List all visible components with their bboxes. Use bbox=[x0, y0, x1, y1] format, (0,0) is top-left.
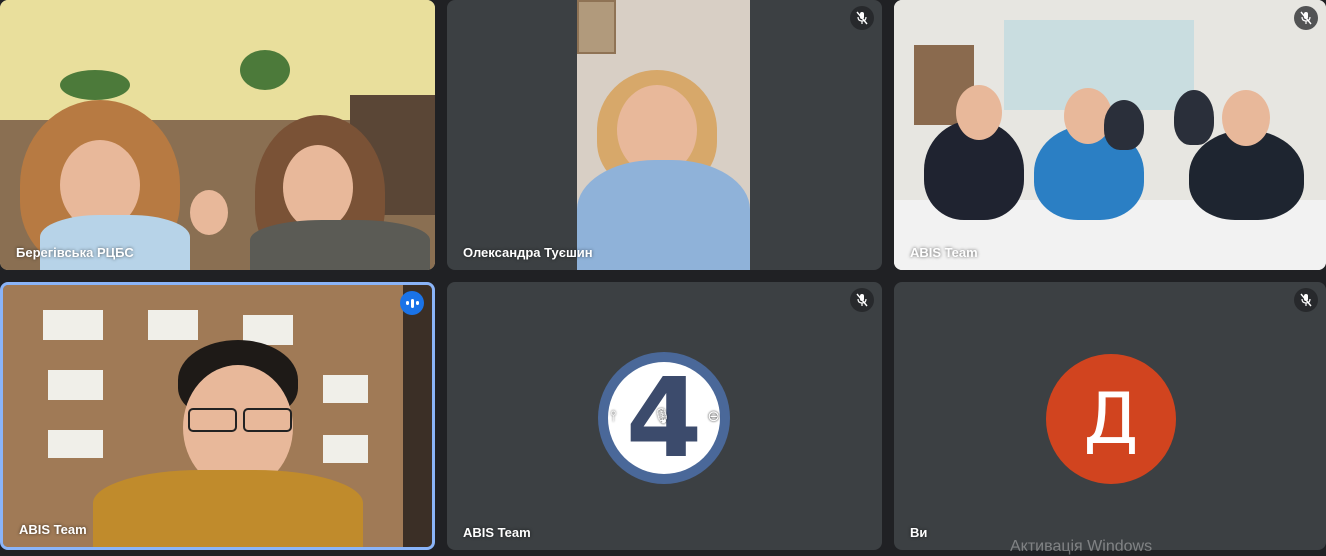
video-tile-abis-group[interactable]: ABIS Team bbox=[894, 0, 1326, 270]
participant-name: Берегівська РЦБС bbox=[16, 245, 134, 260]
mic-off-icon bbox=[850, 288, 874, 312]
video-tile-abis-avatar[interactable]: 4 ⫯ 🎙 ⊖ ABIS Team bbox=[447, 282, 882, 550]
participant-name: Ви bbox=[910, 525, 928, 540]
participant-name: Олександра Туєшин bbox=[463, 245, 593, 260]
windows-activation-watermark: Активація Windows bbox=[1010, 538, 1153, 555]
participant-name: ABIS Team bbox=[910, 245, 978, 260]
video-feed bbox=[447, 0, 882, 270]
participant-name: ABIS Team bbox=[463, 525, 531, 540]
remove-icon[interactable]: ⊖ bbox=[707, 407, 720, 425]
video-feed bbox=[3, 285, 432, 547]
mic-off-icon bbox=[1294, 6, 1318, 30]
mute-icon[interactable]: 🎙 bbox=[652, 407, 671, 425]
tile-hover-controls: ⫯ 🎙 ⊖ bbox=[610, 407, 720, 426]
pin-icon[interactable]: ⫯ bbox=[610, 408, 617, 425]
avatar: Д bbox=[1046, 354, 1176, 484]
video-tile-abis-speaker[interactable]: ABIS Team bbox=[0, 282, 435, 550]
mic-off-icon bbox=[1294, 288, 1318, 312]
speaking-indicator-icon bbox=[400, 291, 424, 315]
mic-off-icon bbox=[850, 6, 874, 30]
participant-name: ABIS Team bbox=[19, 522, 87, 537]
video-feed bbox=[894, 0, 1326, 270]
video-tile-oleksandra[interactable]: Олександра Туєшин bbox=[447, 0, 882, 270]
video-tile-self[interactable]: Д Ви bbox=[894, 282, 1326, 550]
video-tile-berehivska[interactable]: Берегівська РЦБС bbox=[0, 0, 435, 270]
video-feed bbox=[0, 0, 435, 270]
